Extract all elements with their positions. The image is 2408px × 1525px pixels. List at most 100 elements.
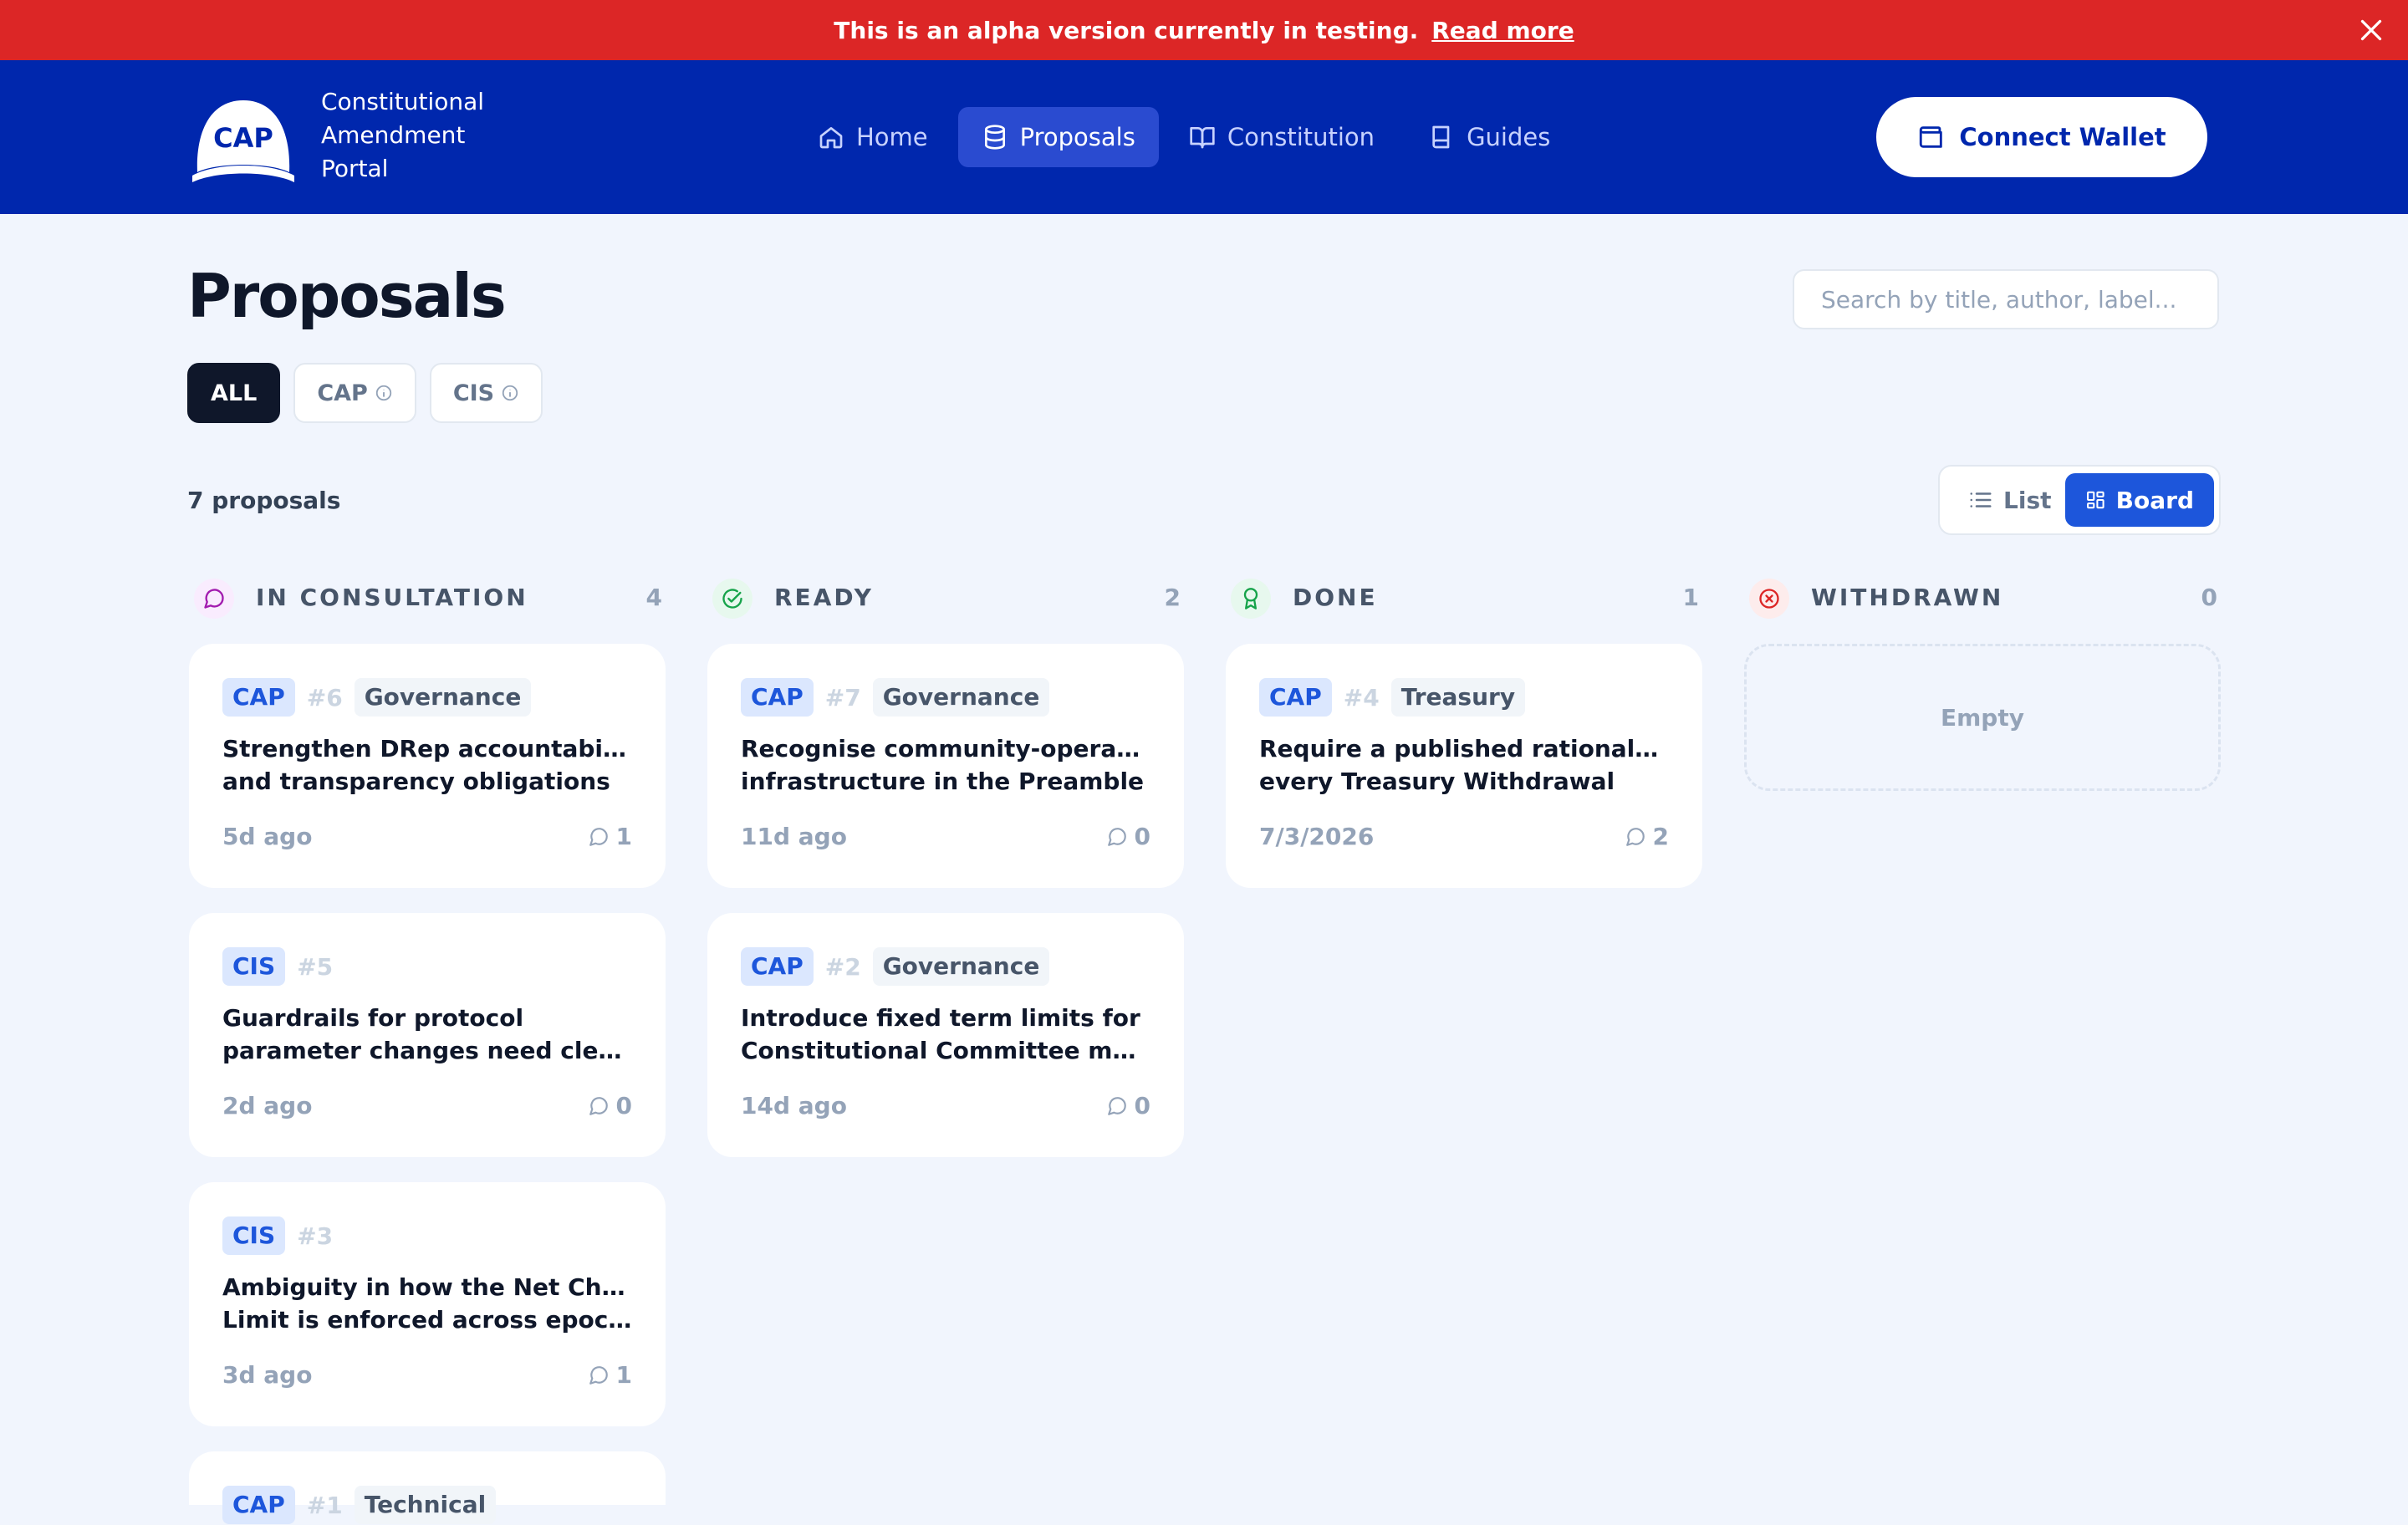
board-icon (2087, 491, 2104, 509)
proposal-number: #2 (824, 952, 861, 981)
nav-proposals[interactable]: Proposals (957, 107, 1159, 167)
proposal-title: Strengthen DRep accountability and trans… (222, 732, 632, 798)
app-name: Constitutional Amendment Portal (321, 85, 538, 186)
wallet-icon (1920, 126, 1943, 148)
proposal-card[interactable]: CAP #6 Governance Strengthen DRep accoun… (189, 644, 666, 888)
title-line: Recognise community-operated (741, 735, 1150, 762)
nav-constitution[interactable]: Constitution (1166, 107, 1398, 167)
search-input[interactable] (1793, 269, 2219, 329)
proposal-card[interactable]: CIS #3 Ambiguity in how the Net Change L… (189, 1182, 666, 1426)
app-name-line: Amendment (321, 121, 466, 149)
title-line: and transparency obligations (222, 768, 610, 795)
comment-count: 0 (1106, 1092, 1150, 1120)
proposal-number: #4 (1343, 683, 1380, 711)
column-count: 1 (1682, 584, 1699, 611)
type-badge: CAP (222, 1486, 295, 1524)
chat-bubble-icon (204, 589, 224, 609)
banner-text: This is an alpha version currently in te… (834, 16, 1419, 44)
proposal-number: #7 (824, 683, 861, 711)
title-line: infrastructure in the Preamble (741, 768, 1145, 795)
award-icon (1243, 588, 1258, 609)
title-line: Strengthen DRep accountability (222, 735, 632, 762)
title-line: parameter changes need clearer criteria (222, 1037, 632, 1064)
category-badge: Technical (354, 1486, 497, 1524)
filter-cis[interactable]: CIS (429, 363, 543, 423)
info-icon[interactable] (501, 384, 519, 402)
main-nav: Home Proposals Constitution Guides (794, 107, 1574, 167)
comment-icon (1107, 827, 1126, 846)
home-icon (819, 127, 843, 149)
proposal-date: 14d ago (741, 1092, 847, 1120)
title-line: Ambiguity in how the Net Change (222, 1273, 632, 1301)
comment-count: 0 (1106, 823, 1150, 850)
type-badge: CAP (222, 678, 295, 717)
title-line: every Treasury Withdrawal (1259, 768, 1615, 795)
column-header: IN CONSULTATION 4 (189, 575, 666, 622)
proposal-card[interactable]: CAP #7 Governance Recognise community-op… (707, 644, 1184, 888)
alpha-banner: This is an alpha version currently in te… (0, 0, 2408, 60)
type-badge: CAP (1259, 678, 1332, 717)
read-more-link[interactable]: Read more (1431, 17, 1574, 44)
comment-count-value: 0 (1134, 1092, 1150, 1120)
wallet-button-label: Connect Wallet (1959, 123, 2166, 151)
proposal-card[interactable]: CAP #4 Treasury Require a published rati… (1226, 644, 1702, 888)
app-name-line: Portal (321, 155, 389, 182)
column-in-consultation: IN CONSULTATION 4 CAP #6 Governance Stre… (189, 575, 666, 1524)
list-icon (1970, 492, 1992, 507)
filter-cap[interactable]: CAP (293, 363, 416, 423)
nav-label: Constitution (1227, 123, 1375, 151)
connect-wallet-button[interactable]: Connect Wallet (1876, 97, 2207, 177)
column-header: DONE 1 (1226, 575, 1702, 622)
column-icon-wrap (194, 579, 234, 619)
column-withdrawn: WITHDRAWN 0 Empty (1744, 575, 2221, 791)
comment-count-value: 2 (1652, 823, 1669, 850)
book-icon (1432, 125, 1450, 149)
filter-label: ALL (211, 380, 258, 406)
logo-text: CAP (213, 122, 273, 154)
column-icon-wrap (1231, 579, 1271, 619)
comment-icon (1107, 1096, 1126, 1115)
type-badge: CIS (222, 1216, 286, 1255)
comment-count-value: 1 (615, 823, 632, 850)
column-done: DONE 1 CAP #4 Treasury Require a publish… (1226, 575, 1702, 888)
cap-logo[interactable]: CAP (191, 92, 296, 186)
proposal-title: Guardrails for protocol parameter change… (222, 1002, 632, 1067)
proposal-number: #1 (306, 1491, 343, 1519)
column-count: 0 (2201, 584, 2217, 611)
proposal-card[interactable]: CAP #2 Governance Introduce fixed term l… (707, 913, 1184, 1157)
filter-label: CAP (317, 380, 368, 406)
comment-icon (589, 1096, 608, 1115)
column-title: WITHDRAWN (1811, 584, 2004, 611)
proposal-card[interactable]: CIS #5 Guardrails for protocol parameter… (189, 913, 666, 1157)
close-icon[interactable] (2356, 15, 2386, 45)
info-icon[interactable] (375, 384, 393, 402)
list-view-button[interactable]: List (1948, 473, 2072, 527)
category-badge: Governance (872, 678, 1050, 717)
proposal-date: 2d ago (222, 1092, 313, 1120)
comment-count-value: 0 (615, 1092, 632, 1120)
type-badge: CAP (741, 678, 814, 717)
proposal-number: #3 (297, 1222, 334, 1250)
proposal-date: 7/3/2026 (1259, 823, 1375, 850)
column-title: DONE (1293, 584, 1378, 611)
comment-count: 1 (588, 823, 632, 850)
comment-count: 1 (588, 1361, 632, 1389)
column-icon-wrap (712, 579, 752, 619)
nav-label: Home (856, 123, 928, 151)
view-toggle: List Board (1938, 465, 2221, 535)
comment-count: 0 (588, 1092, 632, 1120)
proposal-date: 11d ago (741, 823, 847, 850)
x-circle-icon (1759, 589, 1779, 609)
comment-icon (589, 827, 608, 846)
nav-home[interactable]: Home (794, 107, 951, 167)
column-count: 2 (1164, 584, 1181, 611)
proposal-date: 3d ago (222, 1361, 313, 1389)
comment-icon (589, 1365, 608, 1385)
column-title: READY (774, 584, 874, 611)
board-view-button[interactable]: Board (2065, 473, 2214, 527)
type-filters: ALL CAP CIS (187, 363, 543, 423)
nav-guides[interactable]: Guides (1405, 107, 1574, 167)
filter-all[interactable]: ALL (187, 363, 281, 423)
proposal-card[interactable]: CAP #1 Technical (189, 1451, 666, 1524)
column-count: 4 (645, 584, 662, 611)
